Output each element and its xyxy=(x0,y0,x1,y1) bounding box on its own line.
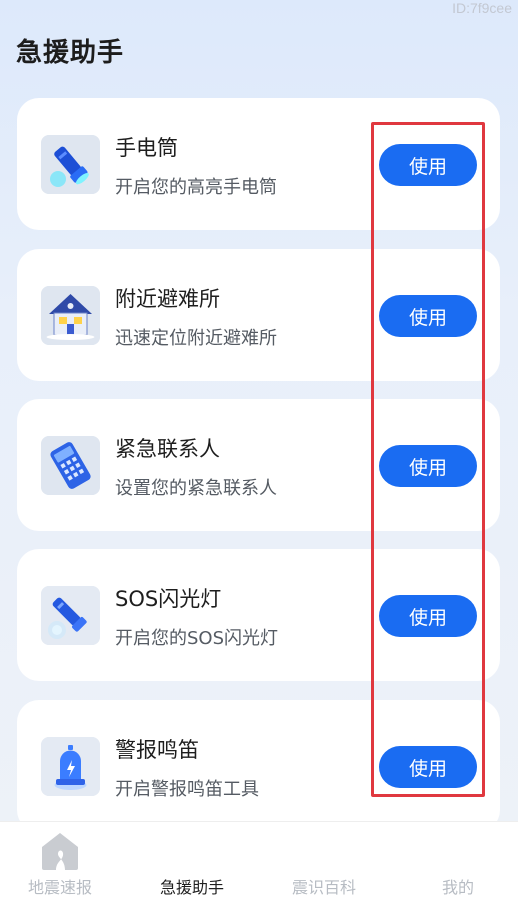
sos-flashlight-icon xyxy=(41,586,100,645)
tab-emergency-assistant[interactable]: 急援助手 xyxy=(132,874,252,898)
use-button-sos-flashlight[interactable]: 使用 xyxy=(379,595,477,637)
use-button-shelter[interactable]: 使用 xyxy=(379,295,477,337)
tool-description: 开启您的高亮手电筒 xyxy=(115,177,277,198)
flashlight-icon xyxy=(41,135,100,194)
tool-title: 警报鸣笛 xyxy=(115,738,199,762)
tool-title: SOS闪光灯 xyxy=(115,587,222,611)
watermark-id: ID:7f9cee xyxy=(452,0,512,16)
page-title: 急援助手 xyxy=(16,38,125,68)
tool-description: 迅速定位附近避难所 xyxy=(115,328,277,349)
tool-description: 开启警报鸣笛工具 xyxy=(115,779,259,800)
tool-title: 附近避难所 xyxy=(115,287,220,311)
tool-title: 手电筒 xyxy=(115,136,178,160)
tab-mine[interactable]: 我的 xyxy=(398,874,518,898)
tab-earthquake-report[interactable]: 地震速报 xyxy=(0,874,120,898)
use-button-siren[interactable]: 使用 xyxy=(379,746,477,788)
siren-icon xyxy=(41,737,100,796)
shelter-house-icon xyxy=(41,286,100,345)
tool-card-shelter: 附近避难所 迅速定位附近避难所 使用 xyxy=(17,249,500,381)
home-icon[interactable] xyxy=(39,830,81,872)
tool-card-flashlight: 手电筒 开启您的高亮手电筒 使用 xyxy=(17,98,500,230)
tool-card-siren: 警报鸣笛 开启警报鸣笛工具 使用 xyxy=(17,700,500,832)
use-button-flashlight[interactable]: 使用 xyxy=(379,144,477,186)
bottom-tab-bar: 地震速报 急援助手 震识百科 我的 xyxy=(0,821,518,899)
tool-description: 开启您的SOS闪光灯 xyxy=(115,628,279,649)
tool-description: 设置您的紧急联系人 xyxy=(115,478,277,499)
tab-earthquake-encyclopedia[interactable]: 震识百科 xyxy=(264,874,384,898)
tool-title: 紧急联系人 xyxy=(115,437,220,461)
tool-card-emergency-contact: 紧急联系人 设置您的紧急联系人 使用 xyxy=(17,399,500,531)
phone-keypad-icon xyxy=(41,436,100,495)
use-button-emergency-contact[interactable]: 使用 xyxy=(379,445,477,487)
tool-card-sos-flashlight: SOS闪光灯 开启您的SOS闪光灯 使用 xyxy=(17,549,500,681)
